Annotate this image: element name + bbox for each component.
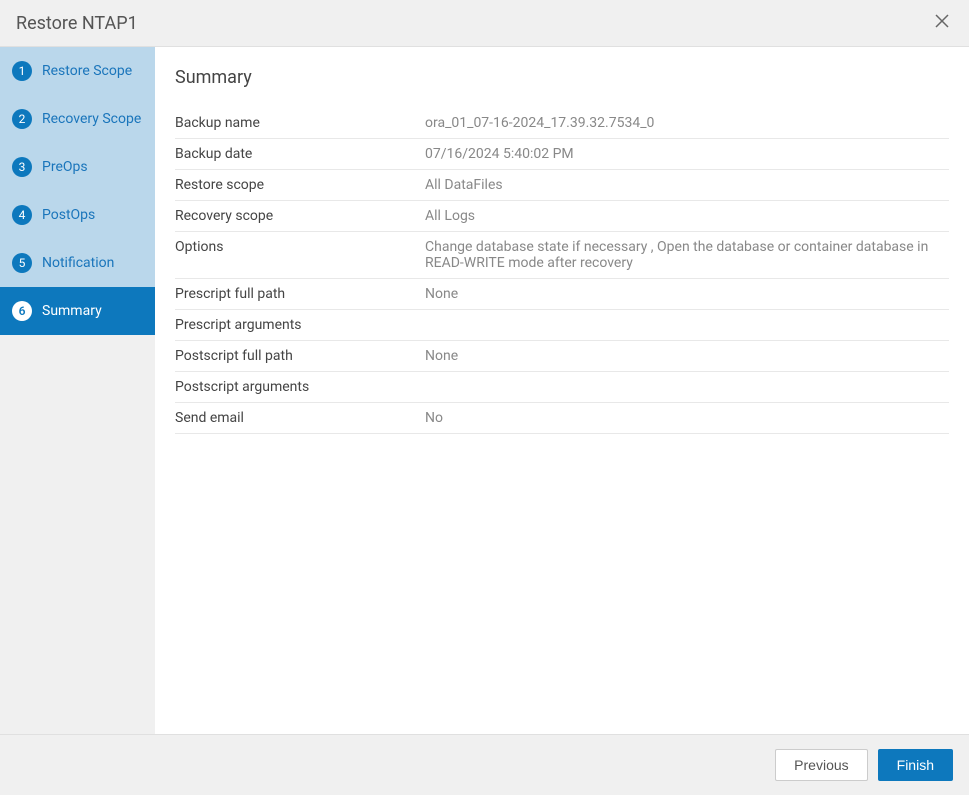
close-icon (935, 14, 949, 28)
step-label: Summary (42, 303, 102, 319)
step-number: 5 (12, 253, 32, 273)
step-postops[interactable]: 4 PostOps (0, 191, 155, 239)
step-summary[interactable]: 6 Summary (0, 287, 155, 335)
content-area: Summary Backup name ora_01_07-16-2024_17… (155, 47, 969, 734)
summary-value: All DataFiles (425, 170, 949, 201)
summary-label: Restore scope (175, 170, 425, 201)
finish-button[interactable]: Finish (878, 749, 953, 781)
summary-label: Backup date (175, 139, 425, 170)
summary-value: ora_01_07-16-2024_17.39.32.7534_0 (425, 108, 949, 139)
summary-row-prescript-path: Prescript full path None (175, 279, 949, 310)
dialog-footer: Previous Finish (0, 734, 969, 795)
dialog-title: Restore NTAP1 (16, 13, 138, 34)
summary-value (425, 372, 949, 403)
dialog-body: 1 Restore Scope 2 Recovery Scope 3 PreOp… (0, 47, 969, 734)
summary-row-send-email: Send email No (175, 403, 949, 434)
summary-value: None (425, 279, 949, 310)
summary-table: Backup name ora_01_07-16-2024_17.39.32.7… (175, 108, 949, 434)
summary-row-restore-scope: Restore scope All DataFiles (175, 170, 949, 201)
step-recovery-scope[interactable]: 2 Recovery Scope (0, 95, 155, 143)
summary-label: Postscript arguments (175, 372, 425, 403)
summary-label: Recovery scope (175, 201, 425, 232)
step-number: 3 (12, 157, 32, 177)
summary-row-prescript-args: Prescript arguments (175, 310, 949, 341)
restore-dialog: Restore NTAP1 1 Restore Scope 2 Recovery… (0, 0, 969, 795)
close-button[interactable] (931, 10, 953, 36)
summary-value: None (425, 341, 949, 372)
previous-button[interactable]: Previous (775, 749, 867, 781)
summary-label: Backup name (175, 108, 425, 139)
summary-label: Prescript arguments (175, 310, 425, 341)
step-number: 1 (12, 61, 32, 81)
step-number: 4 (12, 205, 32, 225)
step-label: Restore Scope (42, 63, 132, 79)
step-number: 6 (12, 301, 32, 321)
summary-value: All Logs (425, 201, 949, 232)
summary-row-backup-date: Backup date 07/16/2024 5:40:02 PM (175, 139, 949, 170)
step-preops[interactable]: 3 PreOps (0, 143, 155, 191)
content-title: Summary (175, 67, 949, 88)
step-notification[interactable]: 5 Notification (0, 239, 155, 287)
summary-row-recovery-scope: Recovery scope All Logs (175, 201, 949, 232)
step-restore-scope[interactable]: 1 Restore Scope (0, 47, 155, 95)
summary-value: 07/16/2024 5:40:02 PM (425, 139, 949, 170)
summary-row-postscript-args: Postscript arguments (175, 372, 949, 403)
step-number: 2 (12, 109, 32, 129)
summary-value (425, 310, 949, 341)
summary-value: Change database state if necessary , Ope… (425, 232, 949, 279)
summary-label: Prescript full path (175, 279, 425, 310)
summary-row-options: Options Change database state if necessa… (175, 232, 949, 279)
step-label: Recovery Scope (42, 111, 141, 127)
summary-label: Postscript full path (175, 341, 425, 372)
summary-label: Options (175, 232, 425, 279)
step-label: PostOps (42, 207, 95, 223)
summary-value: No (425, 403, 949, 434)
summary-row-postscript-path: Postscript full path None (175, 341, 949, 372)
summary-row-backup-name: Backup name ora_01_07-16-2024_17.39.32.7… (175, 108, 949, 139)
dialog-header: Restore NTAP1 (0, 0, 969, 47)
step-label: PreOps (42, 159, 88, 175)
wizard-sidebar: 1 Restore Scope 2 Recovery Scope 3 PreOp… (0, 47, 155, 734)
step-label: Notification (42, 255, 114, 271)
summary-label: Send email (175, 403, 425, 434)
